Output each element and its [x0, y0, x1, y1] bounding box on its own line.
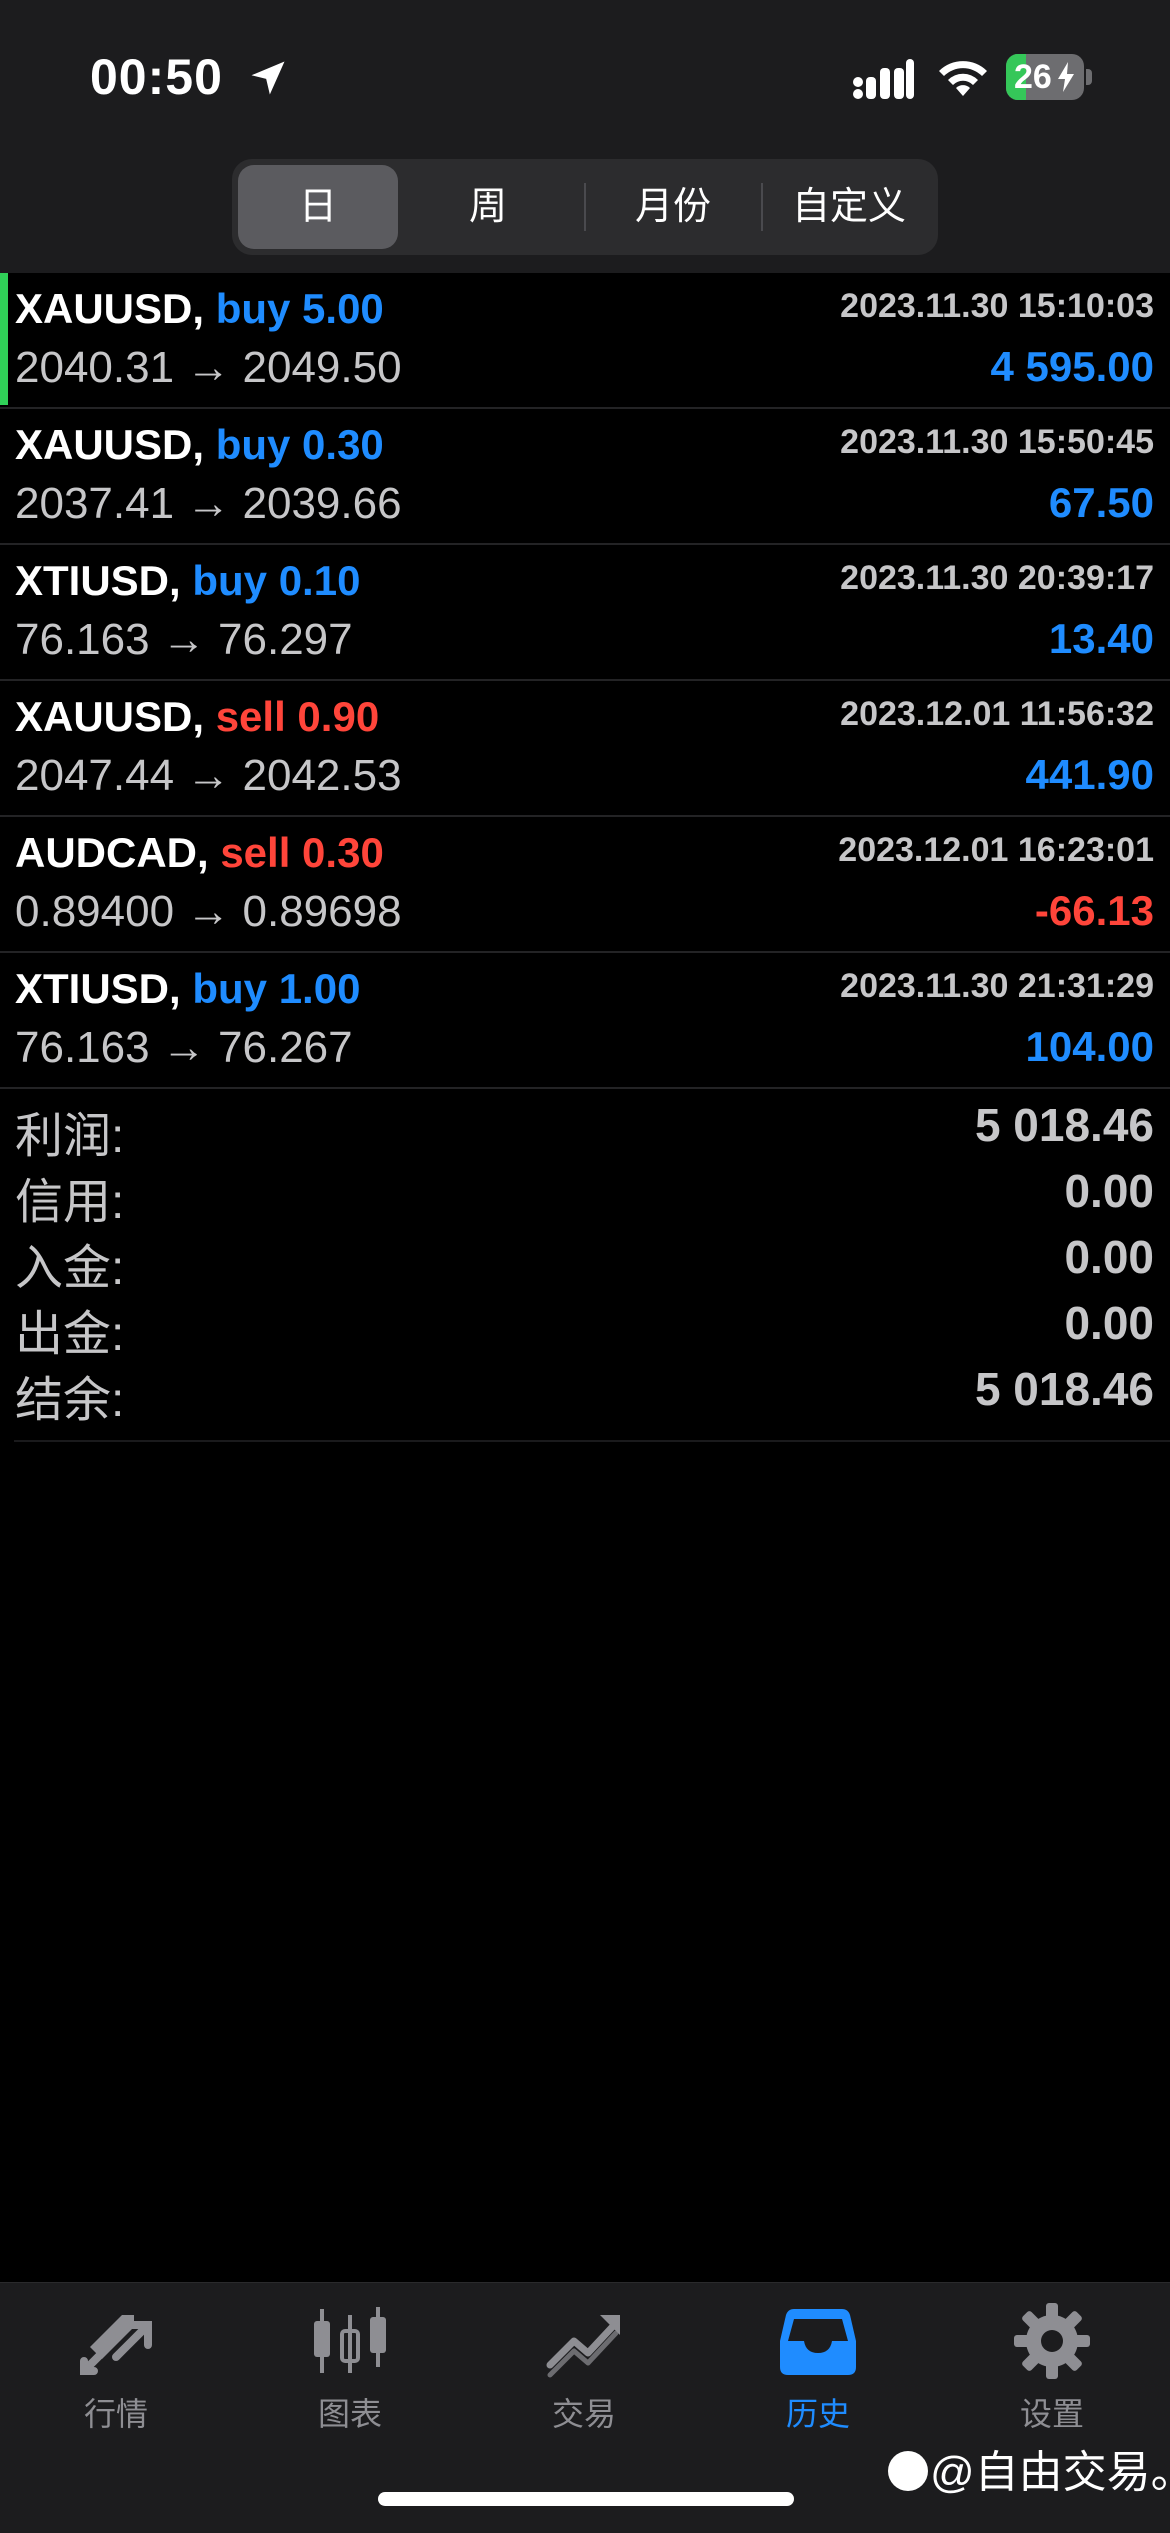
status-time: 00:50	[90, 49, 223, 105]
trade-row[interactable]: AUDCAD, sell 0.30 2023.12.01 16:23:01 0.…	[0, 817, 1170, 953]
trade-datetime: 2023.12.01 11:56:32	[840, 695, 1154, 733]
tab-label: 图表	[317, 2396, 382, 2432]
trade-symbol: XAUUSD, buy 0.30	[15, 421, 384, 468]
signal-icon	[853, 59, 914, 99]
trade-side-volume: buy 0.10	[192, 557, 361, 604]
trade-prices: 0.89400 → 0.89698	[15, 887, 402, 936]
trade-profit: 104.00	[1025, 1023, 1154, 1070]
trade-row[interactable]: XTIUSD, buy 0.10 2023.11.30 20:39:17 76.…	[0, 545, 1170, 681]
tab-week[interactable]: 周	[408, 165, 568, 249]
trade-row[interactable]: XTIUSD, buy 1.00 2023.11.30 21:31:29 76.…	[0, 953, 1170, 1089]
trade-side-volume: sell 0.30	[220, 829, 384, 876]
period-segmented-control: 日 周 月份 自定义	[232, 159, 938, 255]
trade-symbol: XTIUSD, buy 1.00	[15, 965, 361, 1012]
trade-side-volume: buy 5.00	[215, 285, 384, 332]
summary-row-deposit: 入金: 0.00	[0, 1222, 1170, 1295]
gear-icon	[1014, 2303, 1090, 2379]
tab-label: 交易	[551, 2396, 616, 2432]
trade-datetime: 2023.11.30 20:39:17	[840, 559, 1154, 597]
summary-row-balance: 结余: 5 018.46	[0, 1354, 1170, 1427]
trade-history-list: XAUUSD, buy 5.00 2023.11.30 15:10:03 204…	[0, 273, 1170, 1089]
battery-charging-icon: 26	[1006, 54, 1092, 100]
wifi-icon	[939, 61, 987, 96]
trade-profit: 67.50	[1048, 479, 1154, 526]
trade-trend-icon	[546, 2315, 620, 2378]
quotes-arrows-icon	[80, 2315, 152, 2375]
tab-settings[interactable]: 设置	[962, 2301, 1142, 2451]
trade-prices: 76.163 → 76.267	[15, 1023, 353, 1072]
trade-datetime: 2023.11.30 21:31:29	[840, 967, 1154, 1005]
trade-profit: 13.40	[1048, 615, 1154, 662]
period-header: 日 周 月份 自定义	[0, 145, 1170, 273]
history-inbox-icon	[780, 2309, 856, 2375]
tab-trade[interactable]: 交易	[494, 2301, 674, 2451]
watermark: @自由交易。	[888, 2436, 1170, 2500]
trade-profit: 441.90	[1025, 751, 1154, 798]
trade-side-volume: buy 0.30	[215, 421, 384, 468]
trade-symbol: XAUUSD, sell 0.90	[15, 693, 380, 740]
summary-label: 结余:	[15, 1374, 125, 1427]
location-arrow-icon	[251, 61, 285, 95]
tab-chart[interactable]: 图表	[260, 2301, 440, 2451]
trade-prices: 2040.31 → 2049.50	[15, 343, 402, 392]
battery-percent: 26	[1014, 58, 1052, 96]
segment-divider	[761, 183, 763, 231]
facebook-icon	[888, 2451, 928, 2492]
trade-symbol: XTIUSD, buy 0.10	[15, 557, 361, 604]
summary-value: 0.00	[1064, 1231, 1154, 1283]
summary-row-profit: 利润: 5 018.46	[0, 1090, 1170, 1163]
summary-value: 5 018.46	[974, 1099, 1154, 1151]
summary-value: 0.00	[1064, 1297, 1154, 1349]
status-bar: 00:50 26	[0, 0, 1170, 145]
tab-label: 行情	[83, 2396, 148, 2432]
trade-symbol: XAUUSD, buy 5.00	[15, 285, 384, 332]
trade-symbol: AUDCAD, sell 0.30	[15, 829, 384, 876]
tab-custom[interactable]: 自定义	[765, 165, 933, 249]
summary-row-credit: 信用: 0.00	[0, 1156, 1170, 1229]
tab-quotes[interactable]: 行情	[26, 2301, 206, 2451]
summary-row-withdrawal: 出金: 0.00	[0, 1288, 1170, 1361]
segment-divider	[584, 183, 586, 231]
tab-label: 设置	[1019, 2396, 1084, 2432]
selected-row-marker	[0, 273, 8, 405]
summary-divider	[14, 1440, 1170, 1442]
trade-profit: 4 595.00	[990, 343, 1155, 390]
home-indicator[interactable]	[378, 2492, 794, 2506]
account-summary: 利润: 5 018.46 信用: 0.00 入金: 0.00 出金: 0.00 …	[0, 1090, 1170, 1427]
trade-prices: 2037.41 → 2039.66	[15, 479, 402, 528]
trade-row[interactable]: XAUUSD, sell 0.90 2023.12.01 11:56:32 20…	[0, 681, 1170, 817]
trade-side-volume: sell 0.90	[215, 693, 380, 740]
trade-side-volume: buy 1.00	[192, 965, 361, 1012]
tab-label: 历史	[785, 2396, 850, 2432]
tab-history[interactable]: 历史	[728, 2301, 908, 2451]
trade-row[interactable]: XAUUSD, buy 0.30 2023.11.30 15:50:45 203…	[0, 409, 1170, 545]
trade-datetime: 2023.12.01 16:23:01	[838, 831, 1154, 869]
trade-datetime: 2023.11.30 15:50:45	[840, 423, 1154, 461]
trade-profit: -66.13	[1034, 887, 1154, 934]
candlestick-chart-icon	[314, 2307, 386, 2373]
tab-month[interactable]: 月份	[588, 165, 758, 249]
summary-value: 0.00	[1064, 1165, 1154, 1217]
summary-value: 5 018.46	[974, 1363, 1154, 1415]
trade-datetime: 2023.11.30 15:10:03	[840, 287, 1154, 325]
trade-row[interactable]: XAUUSD, buy 5.00 2023.11.30 15:10:03 204…	[0, 273, 1170, 409]
tab-day[interactable]: 日	[238, 165, 398, 249]
trade-prices: 76.163 → 76.297	[15, 615, 353, 664]
trade-prices: 2047.44 → 2042.53	[15, 751, 402, 800]
